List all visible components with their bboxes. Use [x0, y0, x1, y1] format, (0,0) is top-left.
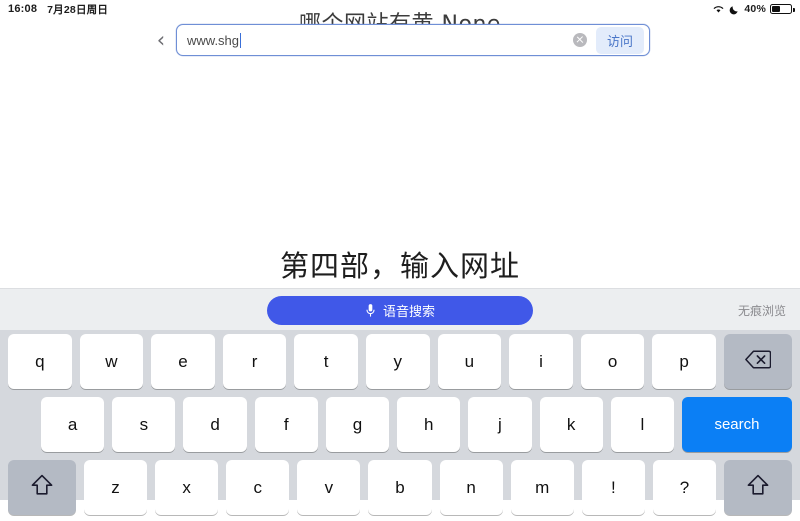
- keyboard-toolbar: 语音搜索 无痕浏览: [0, 288, 800, 331]
- key-q[interactable]: q: [8, 334, 72, 389]
- url-input-field[interactable]: www.shg 访问: [176, 24, 650, 56]
- key-t[interactable]: t: [294, 334, 358, 389]
- key-z[interactable]: z: [84, 460, 148, 515]
- key-i[interactable]: i: [509, 334, 573, 389]
- key-b[interactable]: b: [368, 460, 432, 515]
- key-l[interactable]: l: [610, 397, 674, 452]
- incognito-toggle[interactable]: 无痕浏览: [738, 302, 786, 319]
- key-p[interactable]: p: [652, 334, 716, 389]
- key-r[interactable]: r: [222, 334, 287, 389]
- key-h[interactable]: h: [397, 397, 461, 452]
- key-w[interactable]: w: [79, 334, 144, 389]
- key-j[interactable]: j: [468, 397, 532, 452]
- key-x[interactable]: x: [155, 460, 219, 515]
- key-f[interactable]: f: [254, 397, 318, 452]
- clear-circle-icon[interactable]: [572, 33, 587, 47]
- key-m[interactable]: m: [510, 460, 574, 515]
- backspace-key[interactable]: [723, 334, 792, 389]
- voice-search-label: 语音搜索: [382, 303, 435, 319]
- key-o[interactable]: o: [580, 334, 645, 389]
- key-question[interactable]: ?: [652, 460, 716, 515]
- search-key[interactable]: search: [681, 397, 792, 452]
- url-input-value: www.shg: [187, 32, 240, 48]
- url-input[interactable]: www.shg: [177, 32, 573, 48]
- shift-key-right[interactable]: [723, 460, 792, 515]
- key-v[interactable]: v: [297, 460, 361, 515]
- instruction-caption: 第四部，输入网址: [279, 249, 520, 283]
- key-n[interactable]: n: [439, 460, 503, 515]
- visit-button[interactable]: 访问: [595, 26, 644, 54]
- microphone-icon: [365, 303, 376, 318]
- key-e[interactable]: e: [151, 334, 215, 389]
- key-k[interactable]: k: [539, 397, 603, 452]
- shift-arrow-icon: [746, 474, 770, 501]
- shift-key-left[interactable]: [8, 460, 76, 515]
- keyboard-row-1: qwertyuiop: [0, 332, 800, 395]
- back-chevron-icon[interactable]: ‹: [150, 29, 172, 51]
- shift-arrow-icon: [30, 474, 54, 501]
- text-caret: [240, 32, 242, 48]
- keyboard-row-3: z x c v b n m!?: [0, 458, 800, 521]
- backspace-icon: [745, 349, 772, 374]
- keyboard-row-2: a s d f g h j k l search: [0, 395, 800, 458]
- key-d[interactable]: d: [183, 397, 247, 452]
- browser-address-bar: ‹ www.shg 访问: [150, 22, 650, 58]
- voice-search-button[interactable]: 语音搜索: [267, 295, 533, 325]
- key-c[interactable]: c: [226, 460, 290, 515]
- key-g[interactable]: g: [325, 397, 390, 452]
- key-y[interactable]: y: [365, 334, 430, 389]
- key-s[interactable]: s: [112, 397, 176, 452]
- key-a[interactable]: a: [41, 397, 105, 452]
- key-exclamation[interactable]: !: [581, 460, 645, 515]
- virtual-keyboard: qwertyuiop a s d f g h j k l search z x c v b n m!?: [0, 330, 800, 515]
- key-u[interactable]: u: [437, 334, 502, 389]
